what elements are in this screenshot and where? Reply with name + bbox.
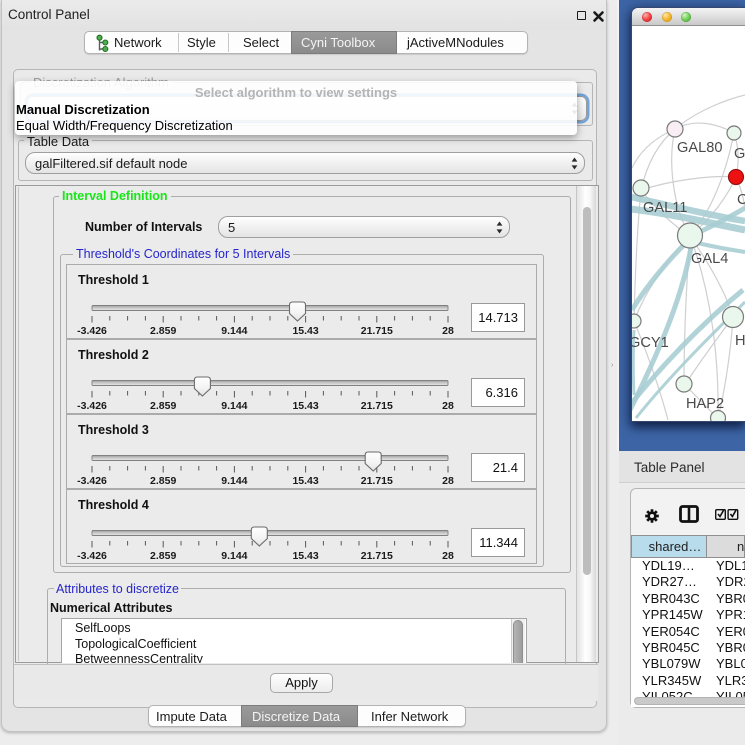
svg-text:GAL80: GAL80 bbox=[677, 140, 722, 156]
svg-text:HA: HA bbox=[735, 333, 745, 349]
svg-text:GAL4: GAL4 bbox=[691, 251, 728, 267]
svg-text:HAP2: HAP2 bbox=[686, 396, 724, 412]
svg-text:CY: CY bbox=[737, 192, 745, 208]
svg-text:GA: GA bbox=[734, 146, 745, 162]
svg-text:GCY1: GCY1 bbox=[632, 335, 669, 351]
svg-text:GAL11: GAL11 bbox=[643, 200, 687, 216]
